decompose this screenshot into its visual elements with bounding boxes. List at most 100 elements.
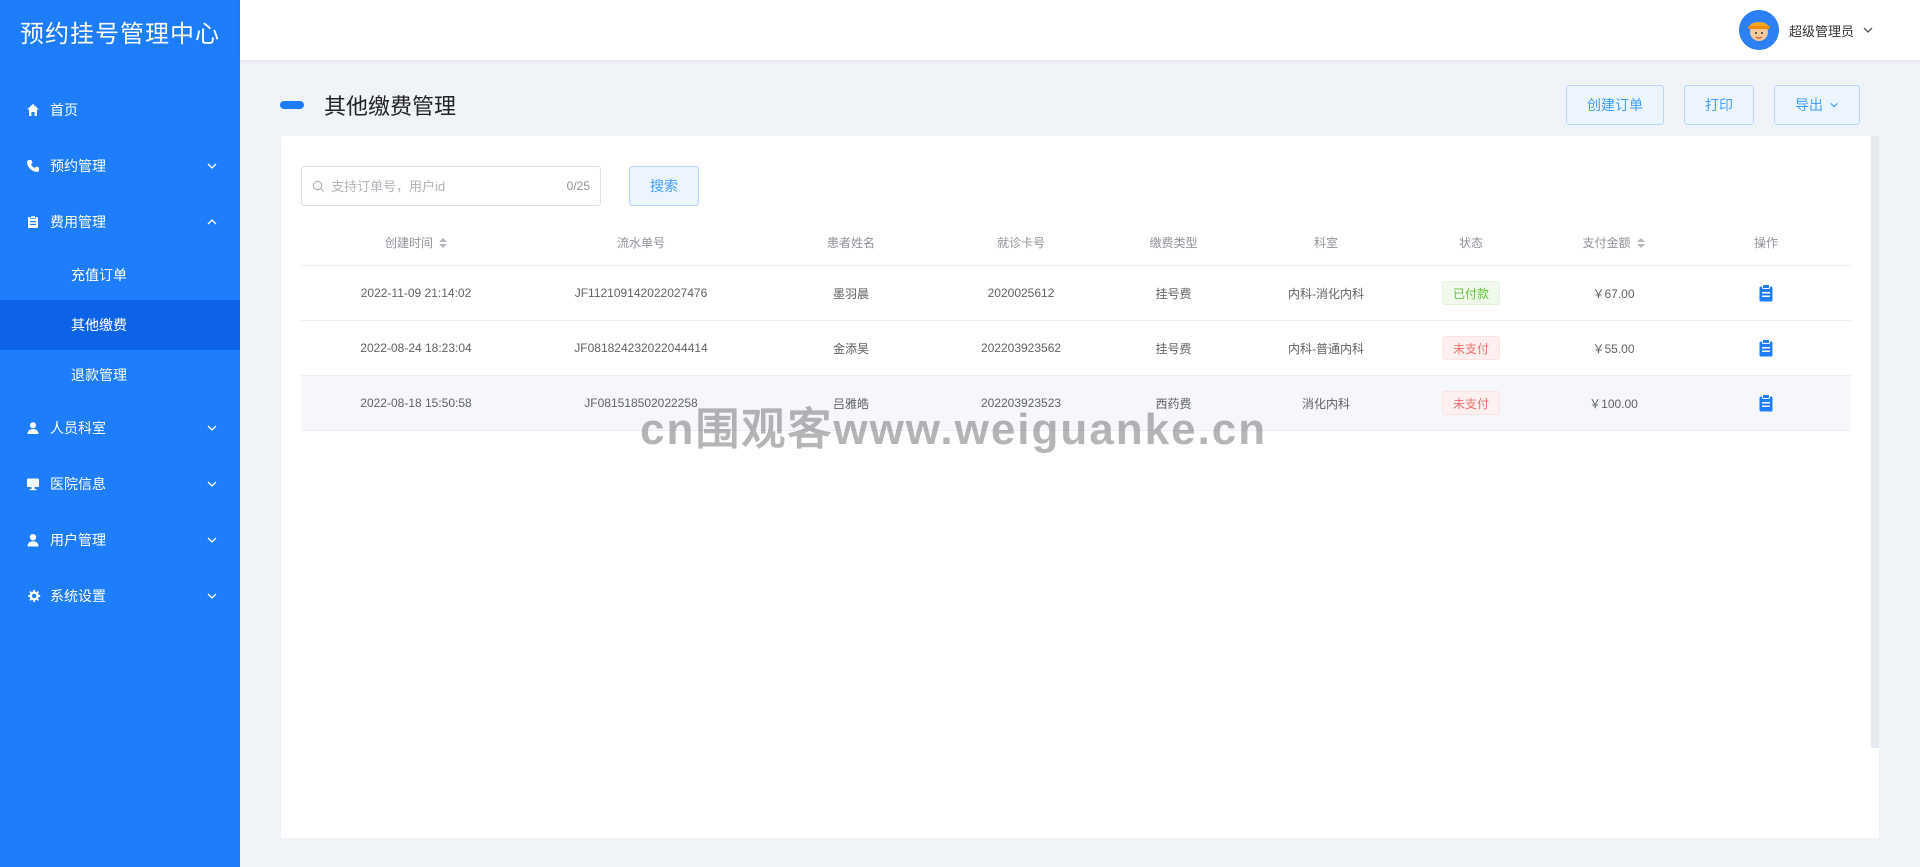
sidebar-item-hospital-info[interactable]: 医院信息	[0, 456, 240, 512]
cell-serial: JF081824232022044414	[574, 341, 708, 355]
sidebar-item-label: 用户管理	[50, 532, 106, 548]
cell-serial: JF081518502022258	[584, 396, 698, 410]
clipboard-detail-icon[interactable]	[1758, 339, 1774, 357]
cell-created-time: 2022-08-24 18:23:04	[360, 341, 472, 355]
clipboard-icon	[25, 214, 41, 230]
sort-icon[interactable]	[439, 237, 447, 248]
chevron-down-icon	[1830, 102, 1838, 108]
sidebar: 预约挂号管理中心 首页 预约管理 费用管理 充值订单 其他缴费 退款管理 人员科…	[0, 0, 240, 867]
chevron-down-icon	[1863, 27, 1873, 33]
table-row[interactable]: 2022-11-09 21:14:02 JF112109142022027476…	[301, 266, 1851, 321]
clipboard-detail-icon[interactable]	[1758, 394, 1774, 412]
sidebar-item-label: 人员科室	[50, 420, 106, 436]
cell-created-time: 2022-11-09 21:14:02	[360, 286, 472, 300]
chevron-down-icon	[207, 163, 217, 169]
cell-department: 消化内科	[1301, 396, 1350, 411]
sort-icon[interactable]	[1636, 237, 1645, 248]
sidebar-item-user-management[interactable]: 用户管理	[0, 512, 240, 568]
user-name: 超级管理员	[1788, 23, 1854, 39]
table-row[interactable]: 2022-08-18 15:50:58 JF081518502022258 吕雅…	[301, 376, 1851, 431]
cell-card: 202203923523	[980, 396, 1062, 410]
sidebar-item-staff-departments[interactable]: 人员科室	[0, 400, 240, 456]
sidebar-item-label: 预约管理	[50, 158, 106, 174]
cell-type: 挂号费	[1155, 341, 1192, 356]
export-button[interactable]: 导出	[1774, 85, 1860, 125]
sidebar-item-home[interactable]: 首页	[0, 82, 240, 138]
cell-amount: ￥55.00	[1592, 341, 1635, 356]
home-icon	[25, 102, 41, 118]
table-row[interactable]: 2022-08-24 18:23:04 JF081824232022044414…	[301, 321, 1851, 376]
page-actions: 创建订单 打印 导出	[1566, 85, 1860, 125]
cell-created-time: 2022-08-18 15:50:58	[360, 396, 472, 410]
cell-department: 内科-消化内科	[1288, 286, 1364, 301]
phone-icon	[25, 158, 41, 174]
column-header-card: 就诊卡号	[996, 236, 1045, 250]
status-badge: 未支付	[1441, 391, 1500, 415]
cell-amount: ￥100.00	[1589, 396, 1638, 411]
search-field: 0/25	[301, 166, 601, 206]
user-menu[interactable]: 超级管理员	[1738, 10, 1874, 50]
status-badge: 未支付	[1441, 336, 1500, 360]
sidebar-item-label: 首页	[50, 102, 78, 118]
search-bar: 0/25 搜索	[301, 166, 699, 206]
column-header-status: 状态	[1458, 236, 1483, 250]
scrollbar-track[interactable]	[1871, 136, 1879, 748]
sidebar-subitem-label: 退款管理	[71, 367, 127, 383]
cell-type: 挂号费	[1155, 286, 1192, 301]
sidebar-item-label: 系统设置	[50, 588, 106, 604]
cell-patient: 墨羽晨	[832, 286, 869, 301]
sidebar-item-system-settings[interactable]: 系统设置	[0, 568, 240, 624]
person-icon	[25, 532, 41, 548]
column-header-created-time[interactable]: 创建时间	[301, 234, 531, 251]
cell-patient: 金添昊	[832, 341, 869, 356]
cell-serial: JF112109142022027476	[574, 286, 708, 300]
content-card: 0/25 搜索 创建时间 流水单号 患者姓名 就诊卡号 缴费类型 科室 状态 支…	[281, 136, 1879, 838]
sidebar-subitem-refunds[interactable]: 退款管理	[0, 350, 240, 400]
sidebar-subitem-label: 充值订单	[71, 267, 127, 283]
gear-icon	[25, 588, 41, 604]
chevron-down-icon	[207, 481, 217, 487]
chevron-down-icon	[207, 593, 217, 599]
cell-amount: ￥67.00	[1592, 286, 1635, 301]
search-icon	[312, 180, 325, 192]
chevron-down-icon	[207, 425, 217, 431]
create-order-button[interactable]: 创建订单	[1566, 85, 1664, 125]
search-input[interactable]	[331, 178, 567, 194]
export-button-label: 导出	[1795, 97, 1823, 113]
page-title: 其他缴费管理	[324, 94, 457, 119]
chevron-up-icon	[207, 219, 217, 225]
top-bar: 超级管理员	[240, 0, 1920, 60]
column-header-actions: 操作	[1753, 236, 1778, 250]
column-header-serial: 流水单号	[616, 236, 665, 250]
user-icon	[25, 420, 41, 436]
cell-type: 西药费	[1155, 396, 1192, 411]
avatar	[1738, 10, 1779, 50]
monitor-icon	[25, 476, 41, 492]
column-header-patient: 患者姓名	[826, 236, 875, 250]
sidebar-item-label: 医院信息	[50, 476, 106, 492]
table-header: 创建时间 流水单号 患者姓名 就诊卡号 缴费类型 科室 状态 支付金额 操作	[301, 220, 1851, 266]
sidebar-subitem-other-payments[interactable]: 其他缴费	[0, 300, 240, 350]
clipboard-detail-icon[interactable]	[1758, 284, 1774, 302]
sidebar-subitem-recharge-orders[interactable]: 充值订单	[0, 250, 240, 300]
cell-card: 202203923562	[980, 341, 1062, 355]
column-header-type: 缴费类型	[1149, 236, 1198, 250]
column-header-department: 科室	[1313, 236, 1338, 250]
char-counter: 0/25	[566, 179, 590, 193]
cell-card: 2020025612	[987, 286, 1055, 300]
column-header-amount[interactable]: 支付金额	[1546, 234, 1681, 251]
sidebar-menu: 首页 预约管理 费用管理 充值订单 其他缴费 退款管理 人员科室 医院信息 用户…	[0, 82, 240, 624]
payments-table: 创建时间 流水单号 患者姓名 就诊卡号 缴费类型 科室 状态 支付金额 操作 2…	[301, 220, 1851, 431]
sidebar-item-appointments[interactable]: 预约管理	[0, 138, 240, 194]
sidebar-item-fees[interactable]: 费用管理	[0, 194, 240, 250]
page-header: 其他缴费管理	[280, 85, 456, 125]
chevron-down-icon	[207, 537, 217, 543]
cell-department: 内科-普通内科	[1288, 341, 1364, 356]
status-badge: 已付款	[1441, 281, 1500, 305]
sidebar-item-label: 费用管理	[50, 214, 106, 230]
sidebar-subitem-label: 其他缴费	[71, 317, 127, 333]
print-button[interactable]: 打印	[1684, 85, 1754, 125]
brand-title: 预约挂号管理中心	[20, 20, 220, 48]
cell-patient: 吕雅皓	[832, 396, 869, 411]
search-button[interactable]: 搜索	[629, 166, 699, 206]
